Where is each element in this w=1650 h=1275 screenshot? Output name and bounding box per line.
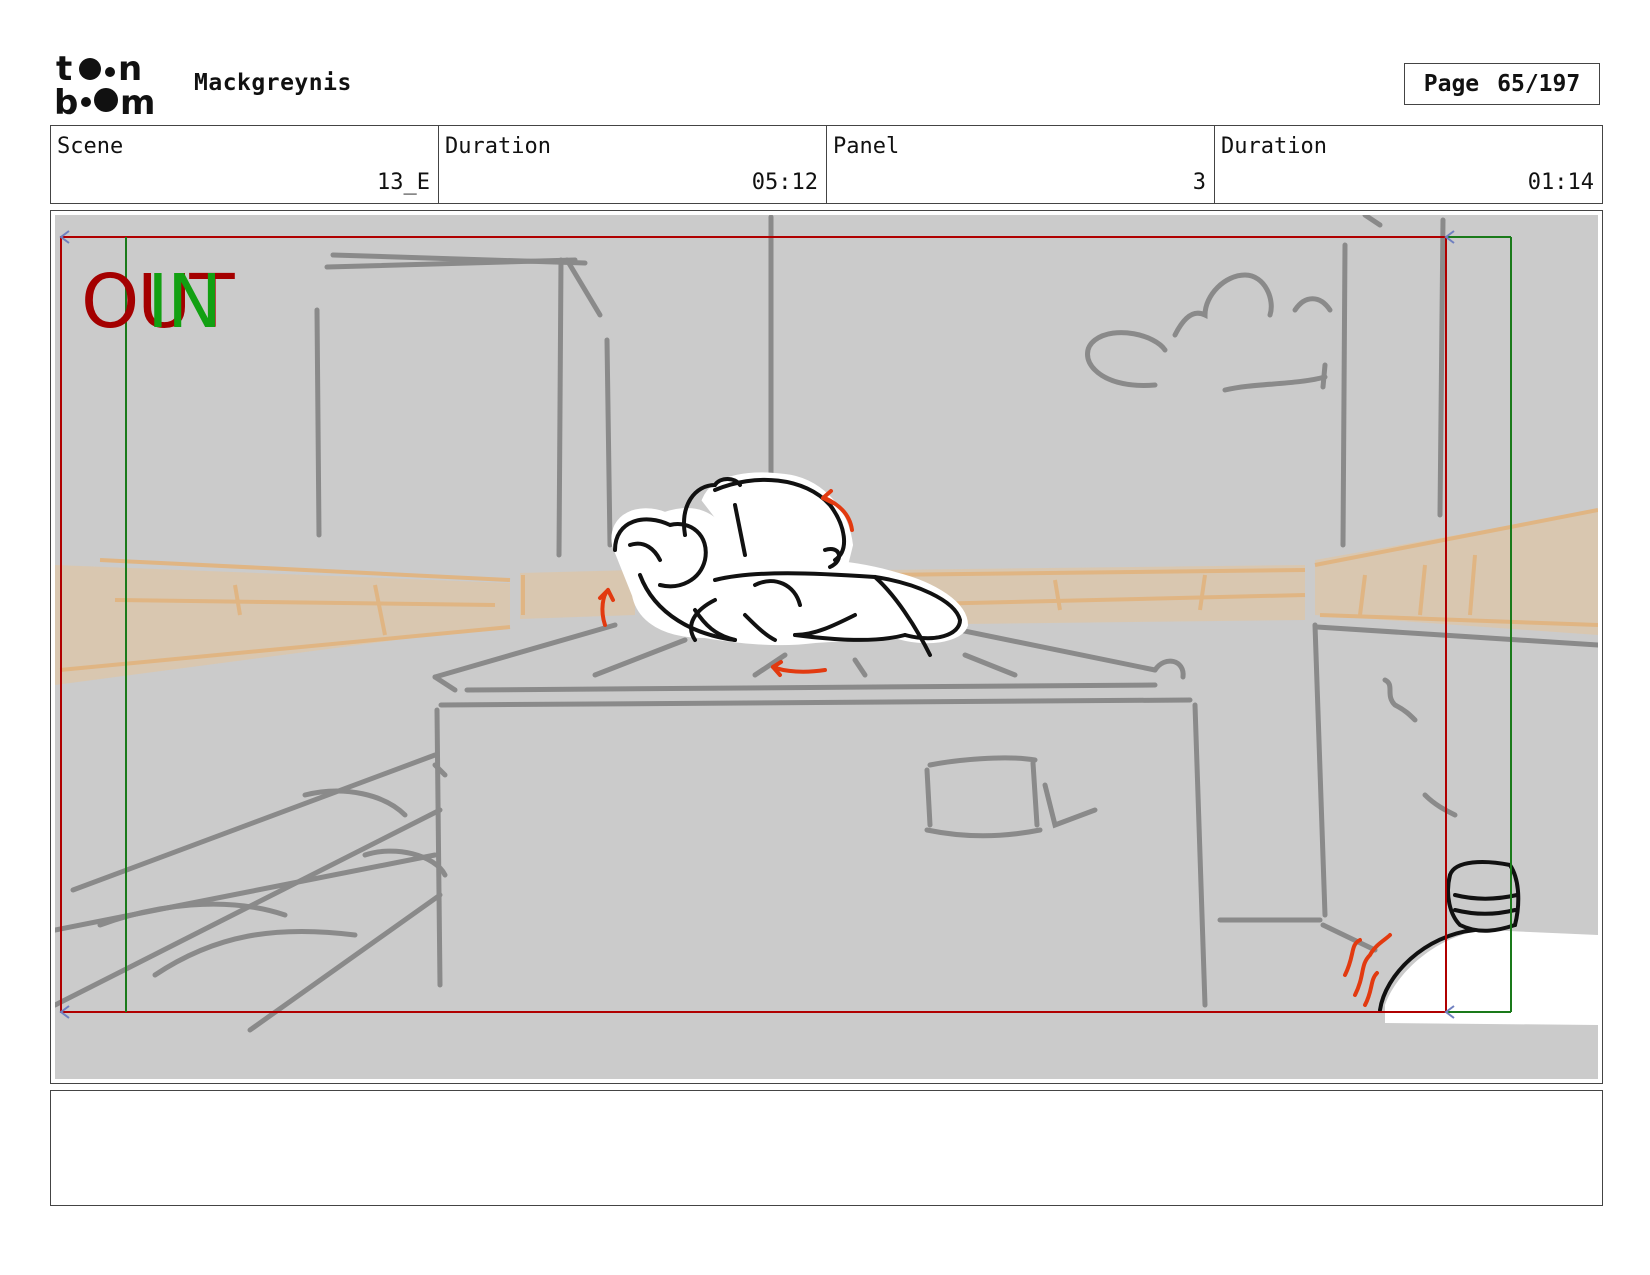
foreground-figure (1378, 860, 1598, 1025)
panel-label: Panel (833, 134, 900, 159)
characters-sketch (611, 472, 969, 657)
scene-cell: Scene 13_E (51, 126, 439, 203)
scene-duration-cell: Duration 05:12 (439, 126, 827, 203)
sketch-drawing (55, 215, 1598, 1033)
scene-duration-value: 05:12 (751, 170, 818, 195)
panel-drawing: OUT IN (55, 215, 1598, 1079)
panel-cell: Panel 3 (827, 126, 1215, 203)
page-value: 65/197 (1497, 71, 1581, 97)
project-title: Mackgreynis (194, 70, 352, 96)
scene-info-row: Scene 13_E Duration 05:12 Panel 3 Durati… (50, 125, 1603, 204)
scene-duration-label: Duration (445, 134, 551, 159)
panel-duration-label: Duration (1221, 134, 1327, 159)
page-label: Page (1423, 71, 1480, 97)
storyboard-panel: OUT IN (50, 210, 1603, 1084)
page-indicator: Page 65/197 (1404, 63, 1600, 105)
scene-label: Scene (57, 134, 124, 159)
in-out-overlay: OUT IN (81, 265, 281, 345)
scene-value: 13_E (377, 170, 430, 195)
panel-notes-box[interactable] (50, 1090, 1603, 1206)
svg-text:b: b (54, 83, 78, 118)
toon-boom-logo: t n b m (54, 52, 155, 118)
panel-value: 3 (1192, 170, 1206, 195)
overlay-in-text: IN (147, 259, 222, 345)
panel-duration-cell: Duration 01:14 (1215, 126, 1602, 203)
svg-text:m: m (120, 83, 155, 118)
panel-duration-value: 01:14 (1527, 170, 1594, 195)
